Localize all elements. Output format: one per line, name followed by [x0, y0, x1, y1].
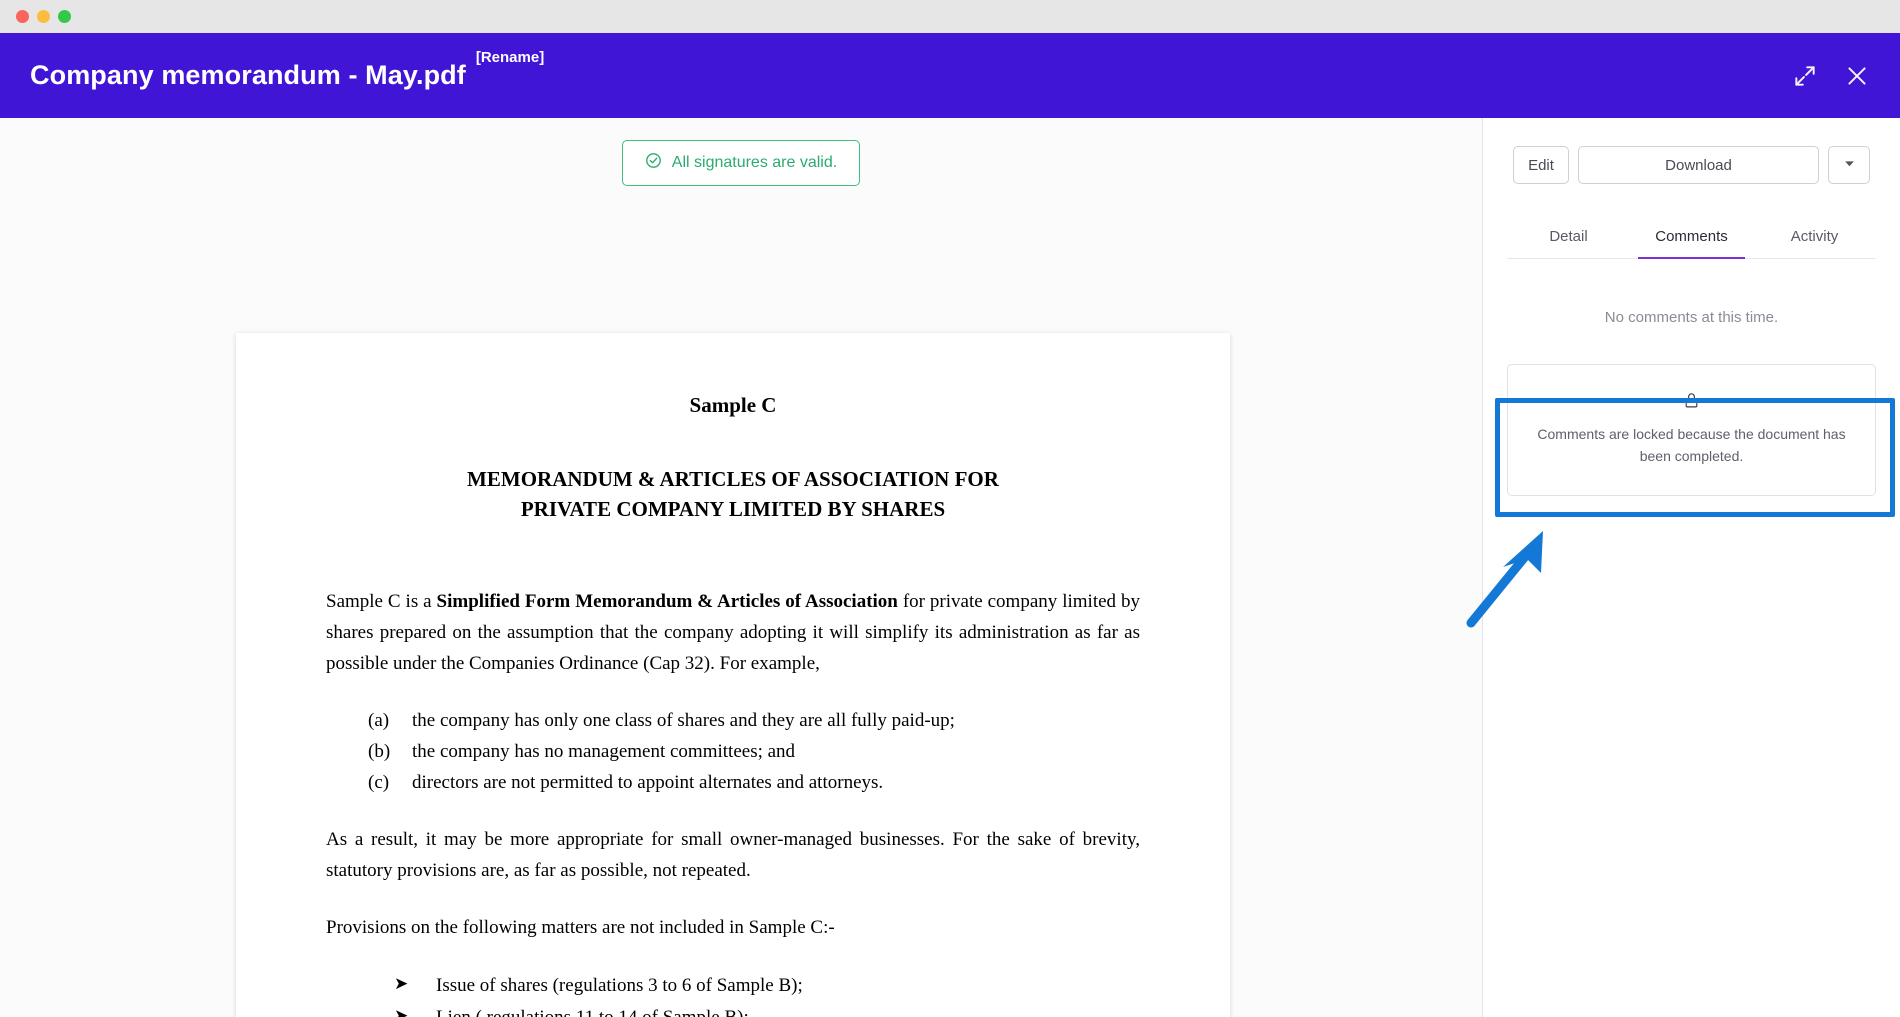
list-text: Lien ( regulations 11 to 14 of Sample B)…: [436, 1006, 749, 1017]
document-paragraph-2: As a result, it may be more appropriate …: [326, 828, 1140, 881]
list-marker: (b): [368, 740, 391, 762]
locked-comments-box: Comments are locked because the document…: [1507, 364, 1876, 497]
document-viewer: All signatures are valid. Sample C MEMOR…: [0, 118, 1482, 1017]
list-item: (a) the company has only one class of sha…: [326, 706, 1140, 737]
paragraph1-bold: Simplified Form Memorandum & Articles of…: [436, 590, 898, 612]
list-marker: (c): [368, 771, 390, 793]
list-marker: (a): [368, 709, 390, 731]
sidebar-action-bar: Edit Download: [1483, 118, 1900, 184]
list-item: ➤ Lien ( regulations 11 to 14 of Sample B…: [326, 1002, 1140, 1017]
app-window: Company memorandum - May.pdf [Rename] Al…: [0, 0, 1900, 1017]
list-text: Issue of shares (regulations 3 to 6 of S…: [436, 974, 803, 996]
no-comments-message: No comments at this time.: [1604, 309, 1779, 326]
document-arrow-list: ➤ Issue of shares (regulations 3 to 6 of …: [326, 970, 1140, 1017]
tab-detail[interactable]: Detail: [1507, 228, 1630, 258]
document-paragraph-1: Sample C is a Simplified Form Memorandum…: [326, 587, 1140, 680]
document-alpha-list: (a) the company has only one class of sha…: [326, 706, 1140, 799]
document-paragraph-3: Provisions on the following matters are …: [326, 916, 835, 938]
signature-status-banner: All signatures are valid.: [621, 140, 861, 186]
list-item: ➤ Issue of shares (regulations 3 to 6 of …: [326, 970, 1140, 1002]
arrow-bullet-icon: ➤: [394, 1005, 409, 1017]
window-title-bar: [0, 0, 1900, 33]
list-text: the company has only one class of shares…: [412, 709, 955, 731]
window-zoom-button[interactable]: [58, 10, 71, 23]
pdf-page: Sample C MEMORANDUM & ARTICLES OF ASSOCI…: [236, 333, 1230, 1017]
document-heading-main: MEMORANDUM & ARTICLES OF ASSOCIATION FOR…: [326, 464, 1140, 525]
expand-icon[interactable]: [1792, 63, 1818, 89]
close-icon[interactable]: [1844, 63, 1870, 89]
list-text: directors are not permitted to appoint a…: [412, 771, 884, 793]
download-options-button[interactable]: [1828, 146, 1870, 184]
list-item: (c) directors are not permitted to appoin…: [326, 768, 1140, 799]
signature-banner-wrap: All signatures are valid.: [0, 118, 1482, 186]
window-close-button[interactable]: [16, 10, 29, 23]
sidebar-tabs: Detail Comments Activity: [1507, 228, 1876, 259]
download-button[interactable]: Download: [1578, 146, 1819, 184]
tab-activity[interactable]: Activity: [1753, 228, 1876, 258]
rename-button[interactable]: [Rename]: [476, 49, 544, 66]
header-actions: [1792, 63, 1870, 89]
lock-icon: [1534, 391, 1849, 410]
locked-comments-text: Comments are locked because the document…: [1537, 426, 1846, 464]
tab-comments[interactable]: Comments: [1630, 228, 1753, 259]
details-sidebar: Edit Download Detail Comments Activity N…: [1482, 118, 1900, 1017]
paragraph1-pre: Sample C is a: [326, 590, 437, 612]
locked-comments-notice: Comments are locked because the document…: [1507, 364, 1876, 497]
edit-button[interactable]: Edit: [1513, 146, 1569, 184]
document-heading-line1: MEMORANDUM & ARTICLES OF ASSOCIATION FOR: [467, 467, 999, 491]
window-minimize-button[interactable]: [37, 10, 50, 23]
page-title: Company memorandum - May.pdf: [30, 60, 466, 90]
list-text: the company has no management committees…: [412, 740, 796, 762]
chevron-down-icon: [1843, 157, 1856, 174]
document-heading-small: Sample C: [689, 393, 777, 417]
document-heading-line2: PRIVATE COMPANY LIMITED BY SHARES: [520, 497, 946, 522]
check-circle-icon: [645, 152, 662, 174]
list-item: (b) the company has no management committ…: [326, 737, 1140, 768]
arrow-bullet-icon: ➤: [394, 973, 409, 993]
signature-status-text: All signatures are valid.: [671, 154, 838, 171]
document-header: Company memorandum - May.pdf [Rename]: [0, 33, 1900, 118]
